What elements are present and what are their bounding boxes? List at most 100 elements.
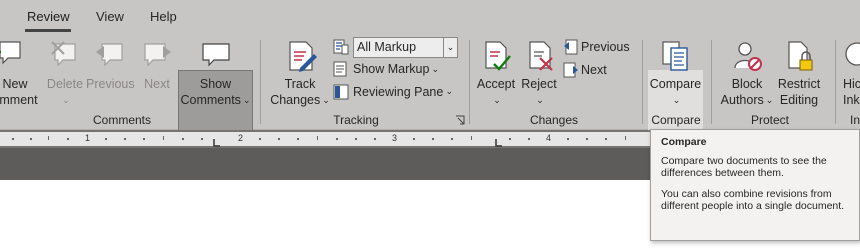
compare-label: Compare	[649, 77, 702, 91]
tooltip-combine-description: You can also combine revisions from diff…	[661, 187, 845, 213]
previous-change-button[interactable]: Previous	[581, 40, 630, 54]
active-tab-indicator	[25, 29, 71, 32]
previous-comment-label: Previous	[86, 77, 135, 91]
tab-review[interactable]: Review	[27, 9, 70, 24]
ruler-dot	[278, 138, 280, 140]
ruler-dot	[124, 138, 126, 140]
dialog-launcher-icon[interactable]	[455, 115, 465, 125]
ruler-dot	[567, 138, 569, 140]
block-authors-button[interactable]: Block Authors ⌄	[718, 38, 776, 108]
previous-comment-icon	[96, 43, 123, 67]
display-for-review-value: All Markup	[357, 40, 417, 54]
tooltip-title: Compare	[661, 136, 707, 148]
restrict-editing-button[interactable]: Restrict Editing	[776, 38, 822, 108]
ruler-number: 3	[392, 133, 398, 143]
chevron-down-icon: ⌄	[493, 95, 501, 105]
chevron-down-icon: ⌄	[242, 95, 251, 105]
tab-help[interactable]: Help	[150, 9, 177, 24]
show-comments-label-2: Comments ⌄	[180, 93, 251, 107]
chevron-down-icon: ⌄	[62, 95, 70, 105]
tab-stop-marker-icon[interactable]	[212, 139, 220, 148]
reject-label: Reject	[521, 77, 557, 91]
chevron-down-icon: ⌄	[443, 37, 457, 58]
tracking-group-label: Tracking	[333, 113, 379, 127]
reviewing-pane-button[interactable]: Reviewing Pane ⌄	[353, 85, 457, 99]
reject-button[interactable]: Reject ⌄	[518, 38, 560, 108]
ruler-number: 1	[85, 133, 91, 143]
restrict-editing-label-2: Editing	[779, 93, 819, 107]
lock-document-icon	[788, 41, 813, 71]
reviewing-pane-icon	[333, 84, 349, 100]
display-for-review-select[interactable]: All Markup ⌄	[353, 37, 458, 58]
tab-stop-marker-icon[interactable]	[494, 139, 502, 148]
new-comment-label-2: omment	[0, 93, 38, 107]
ruler-dot	[586, 138, 588, 140]
ruler-tick	[163, 136, 164, 140]
new-comment-button[interactable]: New omment	[0, 38, 42, 108]
ruler-dot	[259, 138, 261, 140]
compare-group-label: Compare	[651, 113, 701, 127]
ruler-dot	[336, 138, 338, 140]
ruler-dot	[374, 138, 376, 140]
chevron-down-icon: ⌄	[322, 95, 330, 105]
ruler-dot	[451, 138, 453, 140]
accept-icon	[485, 41, 511, 71]
group-separator	[835, 40, 836, 124]
block-authors-label-2: Authors ⌄	[720, 93, 774, 107]
ruler-dot	[143, 138, 145, 140]
show-markup-button[interactable]: Show Markup ⌄	[353, 62, 439, 76]
chevron-down-icon: ⌄	[536, 95, 544, 105]
show-markup-icon	[333, 61, 347, 77]
hide-ink-icon	[845, 42, 860, 66]
group-separator	[260, 40, 261, 124]
accept-button[interactable]: Accept ⌄	[474, 38, 518, 108]
restrict-editing-label-1: Restrict	[777, 77, 821, 91]
chevron-down-icon: ⌄	[445, 86, 453, 96]
hide-ink-label-2: Ink	[843, 93, 860, 107]
changes-group-label: Changes	[529, 113, 579, 127]
track-changes-button[interactable]: Track Changes ⌄	[266, 38, 334, 108]
ruler-tick	[317, 136, 318, 140]
next-comment-button[interactable]: Next	[138, 38, 176, 108]
previous-comment-button[interactable]: Previous	[86, 38, 135, 108]
hide-ink-label-1: Hic	[843, 77, 860, 91]
delete-label: Delete	[46, 77, 84, 91]
tooltip-description: Compare two documents to see the differe…	[661, 154, 827, 180]
track-changes-label-1: Track	[284, 77, 316, 91]
compare-icon	[662, 41, 688, 71]
next-change-button[interactable]: Next	[581, 63, 607, 77]
next-comment-label: Next	[144, 77, 170, 91]
reject-icon	[529, 41, 553, 71]
markup-display-icon	[333, 39, 349, 55]
comments-group-label: Comments	[93, 113, 152, 127]
next-change-icon	[563, 62, 578, 78]
delete-comment-icon	[51, 41, 76, 67]
hide-ink-button[interactable]: Hic Ink	[843, 38, 860, 108]
ruler-dot	[509, 138, 511, 140]
ribbon: New omment Delete ⌄ Previous Next Show C…	[0, 34, 860, 140]
show-comments-label-1: Show	[199, 77, 232, 91]
group-separator	[642, 40, 643, 124]
ruler-dot	[105, 138, 107, 140]
track-changes-label-2: Changes ⌄	[270, 93, 330, 107]
chevron-down-icon: ⌄	[672, 95, 681, 105]
ribbon-tab-bar: Review View Help	[0, 0, 860, 34]
show-comments-icon	[202, 43, 230, 67]
ruler-tick	[625, 136, 626, 140]
ruler-tick	[471, 136, 472, 140]
ruler-dot	[528, 138, 530, 140]
reviewing-pane-label: Reviewing Pane	[353, 85, 444, 99]
previous-change-icon	[564, 39, 578, 55]
ruler-dot	[201, 138, 203, 140]
delete-comment-button[interactable]: Delete ⌄	[44, 38, 86, 108]
chevron-down-icon: ⌄	[765, 95, 774, 105]
ruler-dot	[30, 138, 32, 140]
compare-button[interactable]: Compare ⌄	[648, 38, 703, 108]
show-comments-button[interactable]: Show Comments ⌄	[178, 38, 253, 108]
tab-view[interactable]: View	[96, 9, 124, 24]
next-comment-icon	[144, 43, 171, 67]
ruler-number: 2	[238, 133, 244, 143]
compare-tooltip: Compare Compare two documents to see the…	[650, 129, 860, 241]
ink-group-label: In	[850, 113, 860, 127]
ruler-dot	[355, 138, 357, 140]
